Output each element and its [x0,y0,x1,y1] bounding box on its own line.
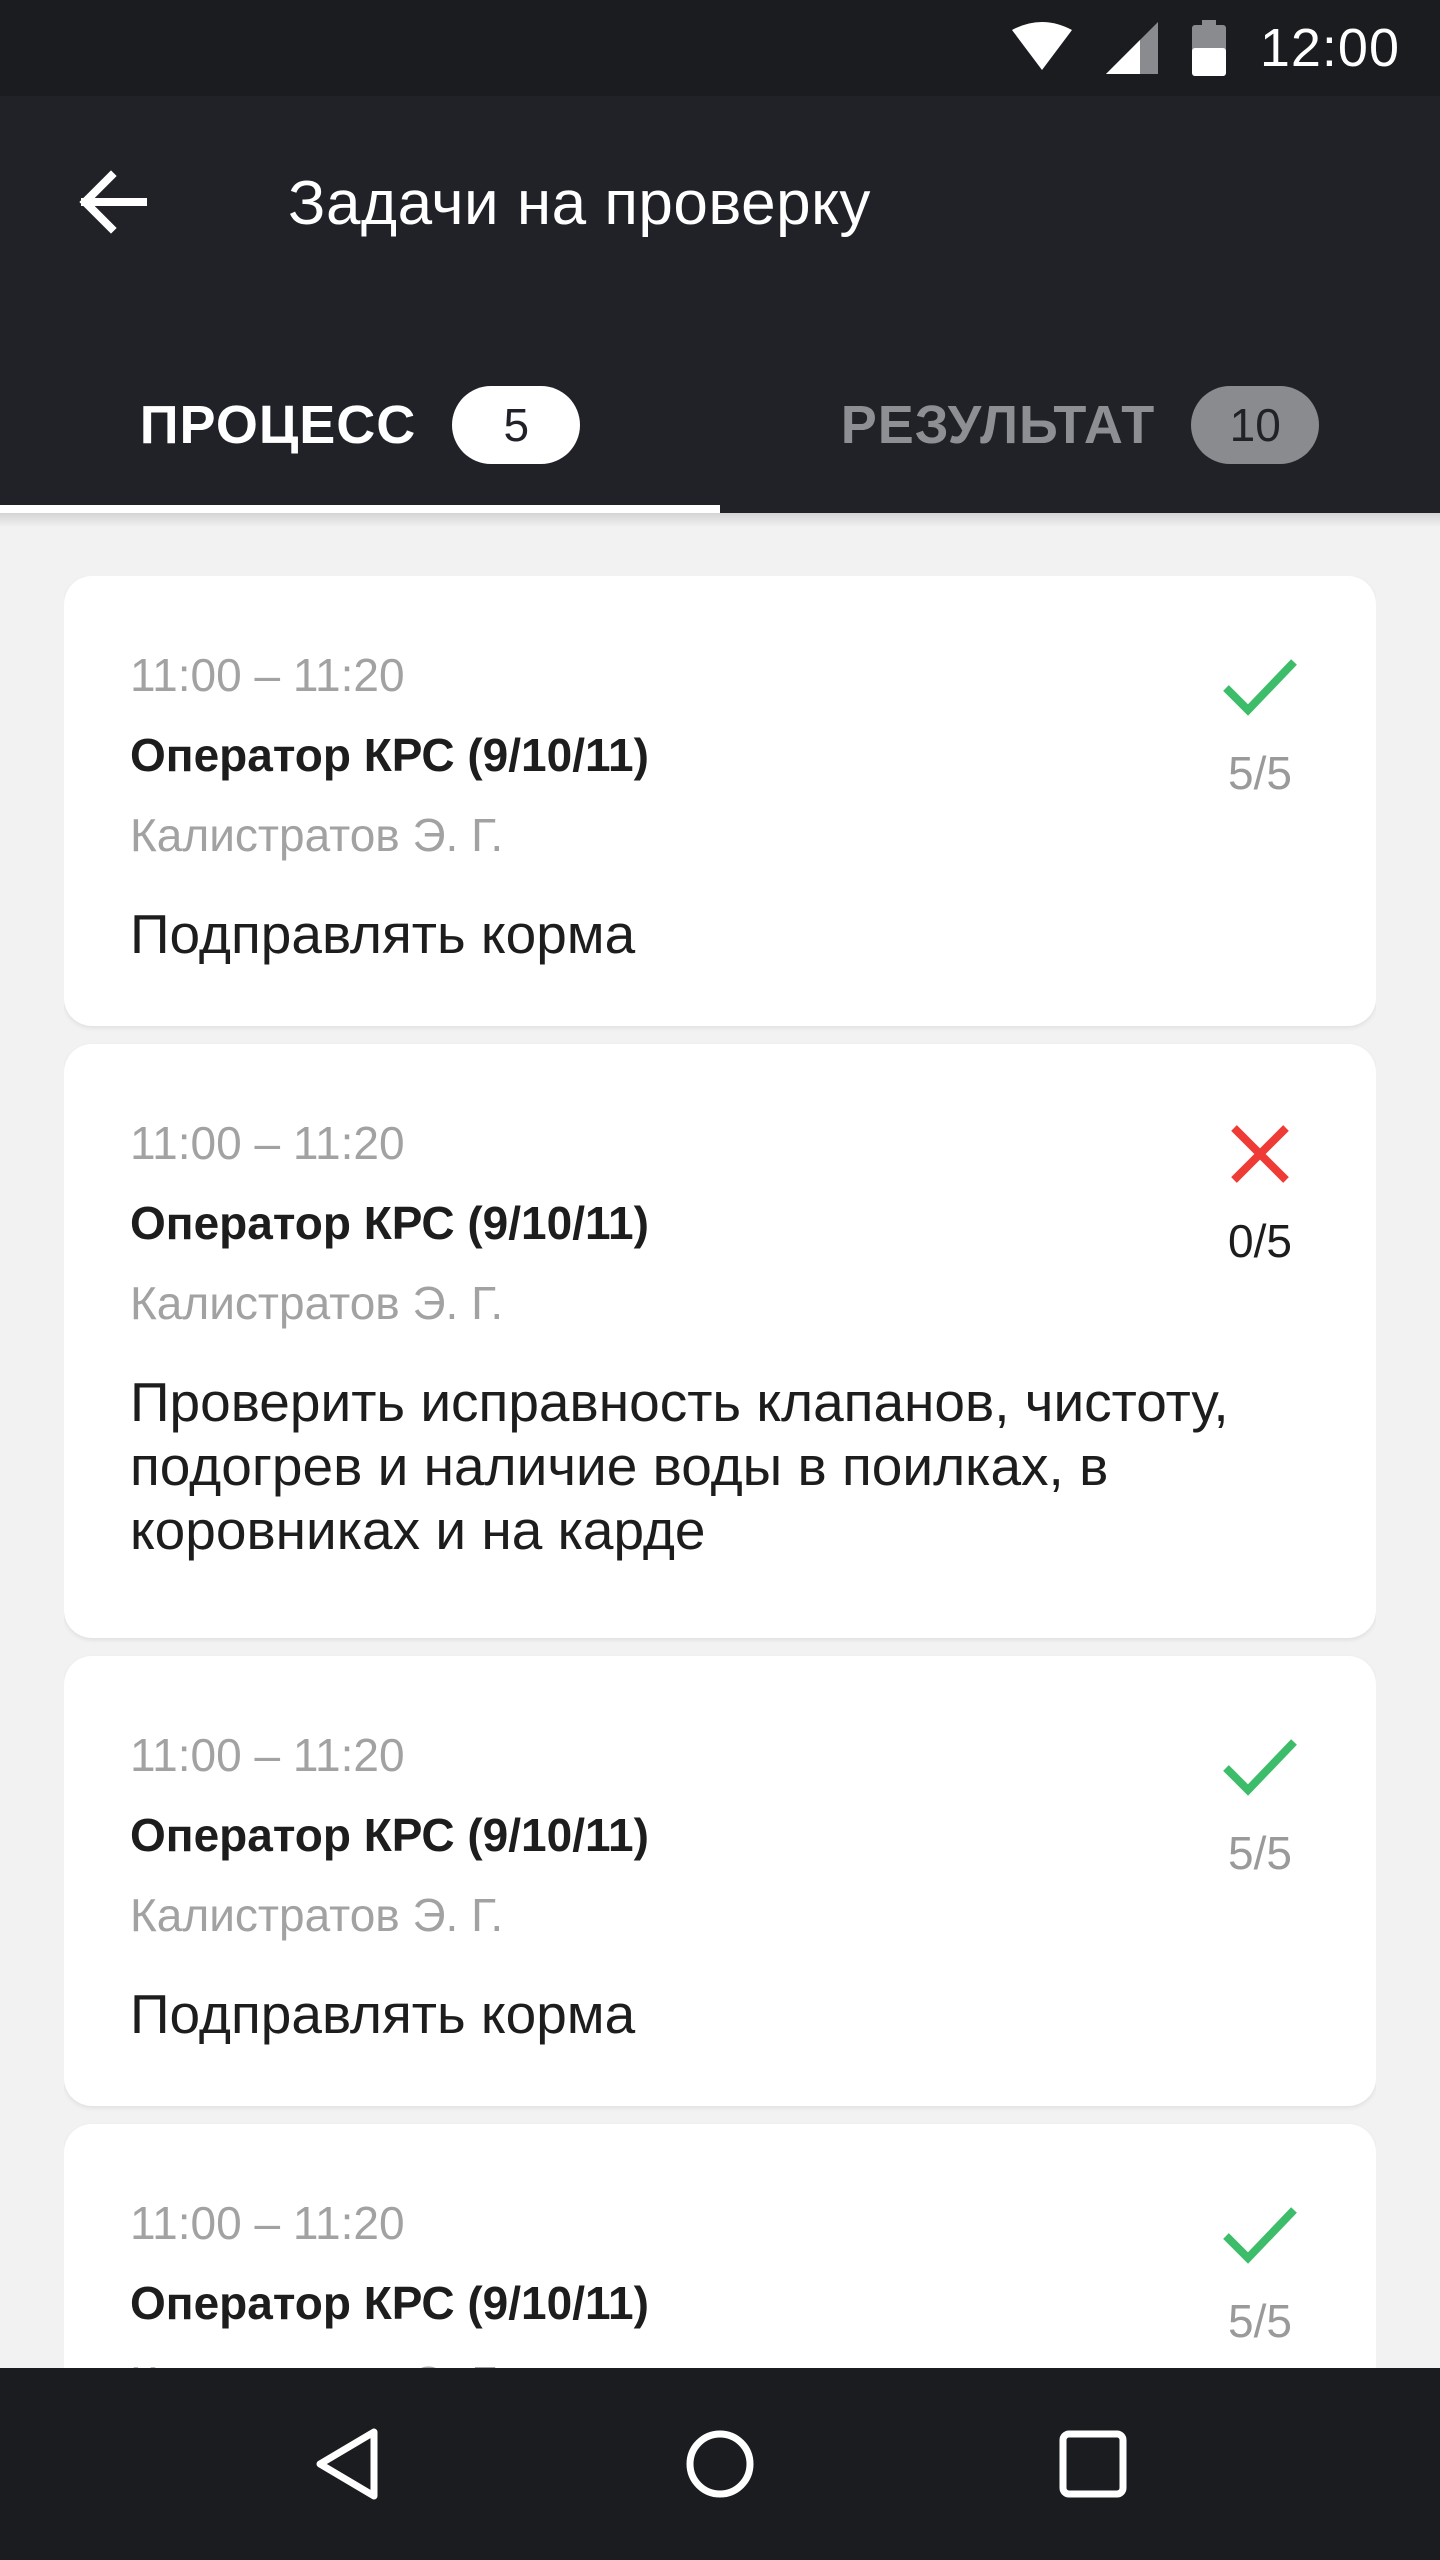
task-assignee: Калистратов Э. Г. [130,2356,503,2368]
task-assignee: Калистратов Э. Г. [130,1277,504,1329]
task-description: Подправлять корма [130,903,636,965]
check-icon [1223,2207,1297,2264]
wifi-icon [1011,22,1072,74]
back-button[interactable] [64,154,160,250]
task-score: 5/5 [1228,1827,1292,1879]
system-nav-bar [0,2368,1440,2560]
nav-back-button[interactable] [287,2404,407,2524]
status-time: 12:00 [1259,18,1400,78]
tab-label: РЕЗУЛЬТАТ [840,394,1156,455]
home-circle-icon [686,2430,754,2498]
battery-icon [1191,20,1226,76]
task-assignee: Калистратов Э. Г. [130,1889,504,1941]
task-status: 5/5 [1212,1734,1308,1880]
task-list: 11:00 – 11:20 Оператор КРС (9/10/11) Кал… [64,576,1376,2368]
tab-process[interactable]: ПРОЦЕСС 5 [0,336,720,513]
count-badge: 10 [1191,385,1320,464]
screen: 12:00 Задачи на проверку ПРОЦЕСС 5 РЕЗУЛ… [0,0,1440,2560]
task-role: Оператор КРС (9/10/11) [130,1809,649,1861]
task-score: 5/5 [1228,2295,1292,2347]
task-time: 11:00 – 11:20 [130,1729,405,1781]
task-card[interactable]: 11:00 – 11:20 Оператор КРС (9/10/11) Кал… [64,1656,1376,2106]
tab-result[interactable]: РЕЗУЛЬТАТ 10 [720,336,1440,513]
nav-recents-button[interactable] [1033,2404,1153,2524]
active-tab-indicator [0,505,720,513]
task-role: Оператор КРС (9/10/11) [130,1197,649,1249]
task-status: 5/5 [1212,654,1308,800]
recents-square-icon [1059,2430,1127,2498]
status-bar: 12:00 [0,0,1440,96]
check-icon [1223,1739,1297,1796]
check-icon [1223,659,1297,716]
task-role: Оператор КРС (9/10/11) [130,2277,649,2329]
back-triangle-icon [316,2428,378,2500]
task-time: 11:00 – 11:20 [130,1117,405,1169]
task-status: 0/5 [1212,1122,1308,1268]
task-description: Подправлять корма [130,1983,636,2045]
cross-icon [1231,1125,1289,1183]
task-score: 5/5 [1228,747,1292,799]
task-card[interactable]: 11:00 – 11:20 Оператор КРС (9/10/11) Кал… [64,2124,1376,2368]
nav-home-button[interactable] [660,2404,780,2524]
task-time: 11:00 – 11:20 [130,649,405,701]
task-card[interactable]: 11:00 – 11:20 Оператор КРС (9/10/11) Кал… [64,576,1376,1026]
task-role: Оператор КРС (9/10/11) [130,729,649,781]
task-assignee: Калистратов Э. Г. [130,809,504,861]
app-bar-shadow [0,513,1440,527]
page-title: Задачи на проверку [288,169,871,238]
task-score: 0/5 [1228,1215,1292,1267]
arrow-left-icon [79,170,147,234]
tab-label: ПРОЦЕСС [139,394,417,455]
task-status: 5/5 [1212,2202,1308,2348]
task-card[interactable]: 11:00 – 11:20 Оператор КРС (9/10/11) Кал… [64,1044,1376,1638]
tab-bar: ПРОЦЕСС 5 РЕЗУЛЬТАТ 10 [0,336,1440,513]
signal-icon [1105,22,1158,74]
count-badge: 5 [452,385,581,464]
app-bar: Задачи на проверку ПРОЦЕСС 5 РЕЗУЛЬТАТ 1… [0,96,1440,513]
task-time: 11:00 – 11:20 [130,2197,405,2249]
task-description: Проверить исправность клапанов, чистоту,… [130,1371,1229,1561]
